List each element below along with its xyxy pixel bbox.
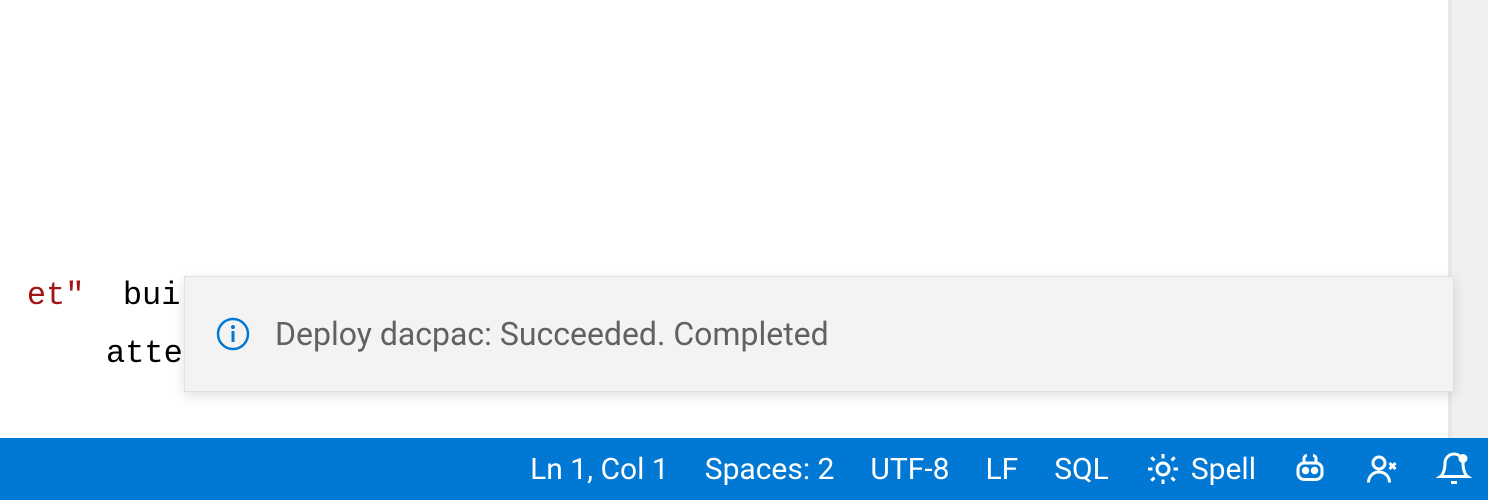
status-cursor-label: Ln 1, Col 1	[530, 452, 669, 487]
status-account[interactable]	[1364, 451, 1400, 487]
status-notifications[interactable]	[1436, 451, 1472, 487]
status-encoding-label: UTF-8	[870, 452, 949, 487]
notification-toast[interactable]: Deploy dacpac: Succeeded. Completed	[184, 276, 1454, 392]
scrollbar-track[interactable]	[1452, 0, 1488, 438]
status-spell-label: Spell	[1191, 452, 1256, 487]
status-spaces-label: Spaces: 2	[705, 452, 835, 487]
status-language-label: SQL	[1054, 452, 1109, 487]
status-language[interactable]: SQL	[1054, 452, 1109, 487]
notification-message: Deploy dacpac: Succeeded. Completed	[275, 315, 829, 353]
status-bar: Ln 1, Col 1 Spaces: 2 UTF-8 LF SQL Spell	[0, 438, 1488, 500]
status-spell-check[interactable]: Spell	[1145, 451, 1256, 487]
copilot-icon	[1292, 451, 1328, 487]
person-icon	[1364, 451, 1400, 487]
status-copilot[interactable]	[1292, 451, 1328, 487]
status-eol[interactable]: LF	[985, 452, 1018, 487]
status-eol-label: LF	[985, 452, 1018, 487]
status-encoding[interactable]: UTF-8	[870, 452, 949, 487]
status-indentation[interactable]: Spaces: 2	[705, 452, 835, 487]
bell-icon	[1436, 451, 1472, 487]
info-icon	[215, 316, 251, 352]
status-cursor-position[interactable]: Ln 1, Col 1	[530, 452, 669, 487]
bug-gear-icon	[1145, 451, 1181, 487]
